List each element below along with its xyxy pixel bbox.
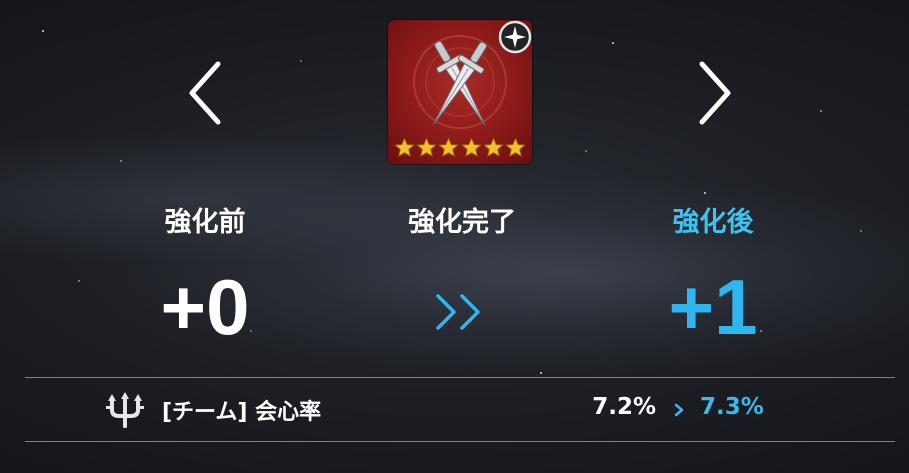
trident-icon [104, 392, 146, 430]
double-chevron-right-icon [432, 292, 492, 332]
after-label: 強化後 [672, 207, 754, 238]
divider [25, 377, 895, 378]
small-chevron-right-icon [673, 402, 685, 418]
divider [25, 441, 895, 442]
star-icon [482, 137, 504, 158]
sparkle-badge-icon [498, 20, 532, 54]
rarity-stars [394, 137, 526, 158]
star-icon [394, 137, 415, 158]
stat-name: [チーム] 会心率 [162, 400, 322, 425]
star-icon [416, 137, 438, 158]
chevron-left-icon [189, 61, 221, 125]
enhance-complete-label: 強化完了 [408, 207, 516, 238]
chevron-right-icon [699, 61, 731, 125]
stat-before-value: 7.2% [592, 394, 656, 420]
before-level-value: +0 [160, 263, 250, 351]
after-level-value: +1 [668, 263, 758, 351]
star-icon [505, 137, 526, 158]
previous-item-button[interactable] [180, 58, 230, 128]
stat-after-value: 7.3% [700, 394, 764, 420]
before-label: 強化前 [164, 207, 246, 238]
next-item-button[interactable] [690, 58, 740, 128]
star-icon [438, 137, 460, 158]
star-icon [460, 137, 482, 158]
